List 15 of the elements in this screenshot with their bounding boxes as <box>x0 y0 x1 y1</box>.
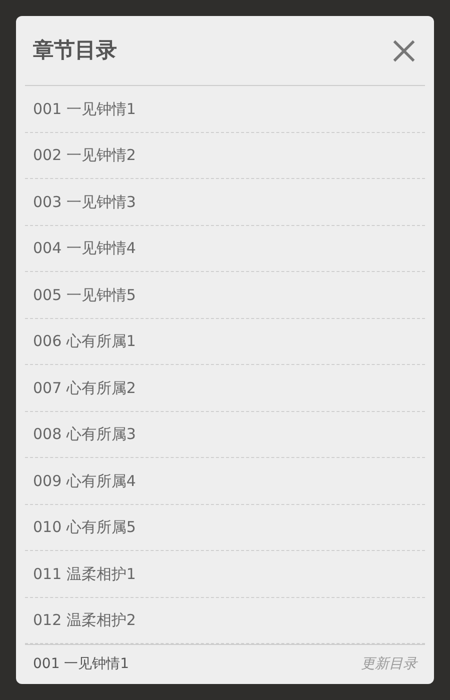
current-chapter: 001 一见钟情1 <box>33 655 130 674</box>
chapter-item[interactable]: 005 一见钟情5 <box>25 272 425 319</box>
chapter-item[interactable]: 004 一见钟情4 <box>25 226 425 272</box>
chapter-item[interactable]: 003 一见钟情3 <box>25 179 425 226</box>
chapter-item[interactable]: 007 心有所属2 <box>25 365 425 412</box>
chapter-item[interactable]: 010 心有所属5 <box>25 504 425 552</box>
chapter-item[interactable]: 001 一见钟情1 <box>25 86 425 133</box>
close-icon[interactable] <box>391 38 417 64</box>
dialog-title: 章节目录 <box>33 36 117 64</box>
chapter-item[interactable]: 011 温柔相护1 <box>25 551 425 598</box>
chapter-item[interactable]: 002 一见钟情2 <box>25 132 425 180</box>
chapter-item[interactable]: 012 温柔相护2 <box>25 598 425 644</box>
chapter-item[interactable]: 009 心有所属4 <box>25 458 425 505</box>
chapter-item[interactable]: 006 心有所属1 <box>25 318 425 366</box>
chapter-item[interactable]: 008 心有所属3 <box>25 412 425 458</box>
